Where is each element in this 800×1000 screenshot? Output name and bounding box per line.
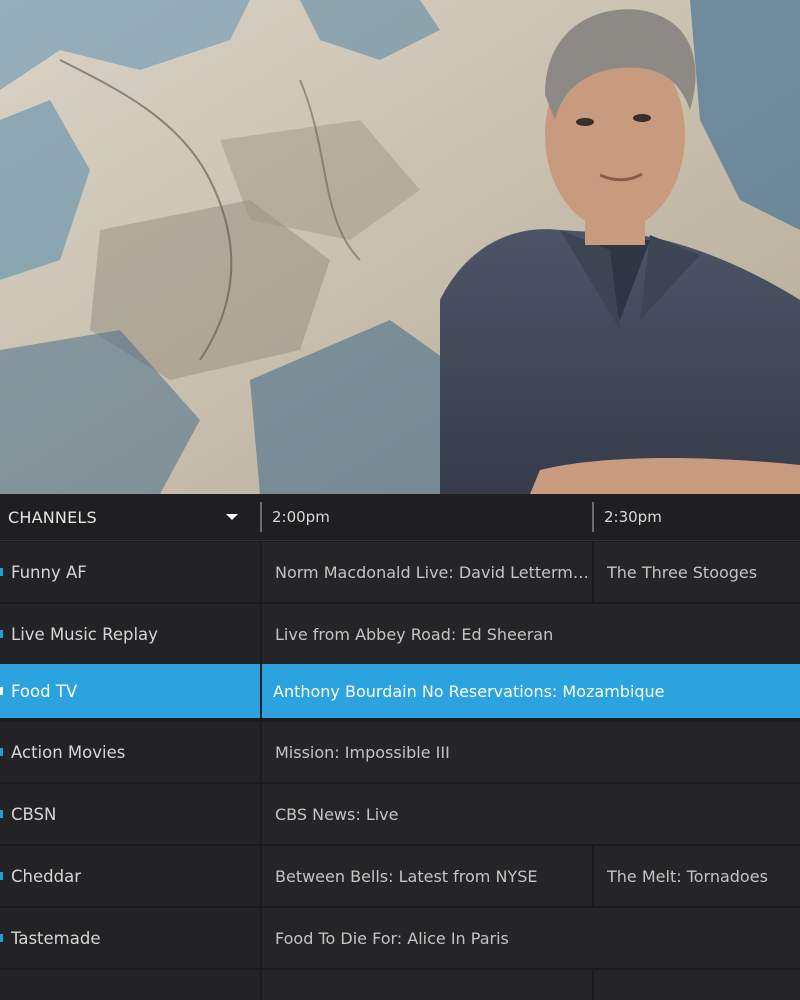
channel-cell[interactable]: Funny AF	[0, 542, 260, 602]
program-guide: CHANNELS 2:00pm 2:30pm Funny AF Norm Mac…	[0, 494, 800, 1000]
program-cell[interactable]: Anthony Bourdain No Reservations: Mozamb…	[262, 664, 800, 718]
program-title: Food To Die For: Alice In Paris	[275, 928, 509, 948]
channel-name: Tastemade	[11, 928, 101, 948]
channel-row: Funny AF Norm Macdonald Live: David Lett…	[0, 542, 800, 602]
channel-row: Action Movies Mission: Impossible III	[0, 722, 800, 782]
channel-marker	[0, 748, 3, 756]
channel-row: Cheddar Between Bells: Latest from NYSE …	[0, 846, 800, 906]
guide-header: CHANNELS 2:00pm 2:30pm	[0, 494, 800, 541]
program-title: Mission: Impossible III	[275, 742, 450, 762]
program-title: CBS News: Live	[275, 804, 399, 824]
channels-dropdown[interactable]: CHANNELS	[0, 494, 258, 540]
channel-name: Funny AF	[11, 562, 87, 582]
channel-cell[interactable]: CBSN	[0, 784, 260, 844]
hero-image	[0, 0, 800, 494]
program-cell[interactable]: Between Bells: Latest from NYSE	[262, 846, 592, 906]
time-divider	[260, 502, 262, 532]
program-cell[interactable]: The Melt: Tornadoes	[594, 846, 800, 906]
channel-name: Live Music Replay	[11, 624, 158, 644]
channel-name: Action Movies	[11, 742, 126, 762]
channel-cell[interactable]: Live Music Replay	[0, 604, 260, 664]
channel-name: CBSN	[11, 804, 57, 824]
channel-marker	[0, 568, 3, 576]
program-cell[interactable]: Food To Die For: Alice In Paris	[262, 908, 800, 968]
program-title: Anthony Bourdain No Reservations: Mozamb…	[273, 681, 665, 701]
program-title: Live from Abbey Road: Ed Sheeran	[275, 624, 554, 644]
program-cell[interactable]: Norm Macdonald Live: David Letterman	[262, 542, 592, 602]
program-cell[interactable]: Mission: Impossible III	[262, 722, 800, 782]
channel-cell[interactable]: Action Movies	[0, 722, 260, 782]
program-title: Between Bells: Latest from NYSE	[275, 866, 538, 886]
time-slot-label: 2:30pm	[604, 508, 662, 526]
channel-cell[interactable]: Food TV	[0, 664, 260, 718]
channel-row-partial	[0, 970, 800, 1000]
channel-marker	[0, 810, 3, 818]
channels-label: CHANNELS	[8, 507, 97, 527]
program-title: The Melt: Tornadoes	[607, 866, 768, 886]
program-cell[interactable]	[594, 970, 800, 1000]
channel-cell[interactable]: Cheddar	[0, 846, 260, 906]
program-title: Norm Macdonald Live: David Letterman	[275, 562, 592, 582]
channel-marker	[0, 630, 3, 638]
channel-cell[interactable]: Tastemade	[0, 908, 260, 968]
channel-marker	[0, 872, 3, 880]
time-divider	[592, 502, 594, 532]
channel-cell[interactable]	[0, 970, 260, 1000]
channel-row: Live Music Replay Live from Abbey Road: …	[0, 604, 800, 664]
channel-row: CBSN CBS News: Live	[0, 784, 800, 844]
channel-name: Cheddar	[11, 866, 81, 886]
channel-row: Tastemade Food To Die For: Alice In Pari…	[0, 908, 800, 968]
time-slot-label: 2:00pm	[272, 508, 330, 526]
program-cell[interactable]: The Three Stooges	[594, 542, 800, 602]
chevron-down-icon	[226, 514, 238, 520]
channel-row-selected: Food TV Anthony Bourdain No Reservations…	[0, 664, 800, 718]
channel-marker	[0, 687, 3, 695]
program-cell[interactable]	[262, 970, 592, 1000]
channel-name: Food TV	[11, 681, 78, 701]
program-title: The Three Stooges	[607, 562, 758, 582]
channel-marker	[0, 934, 3, 942]
hero-photo	[0, 0, 800, 494]
program-cell[interactable]: Live from Abbey Road: Ed Sheeran	[262, 604, 800, 664]
program-cell[interactable]: CBS News: Live	[262, 784, 800, 844]
